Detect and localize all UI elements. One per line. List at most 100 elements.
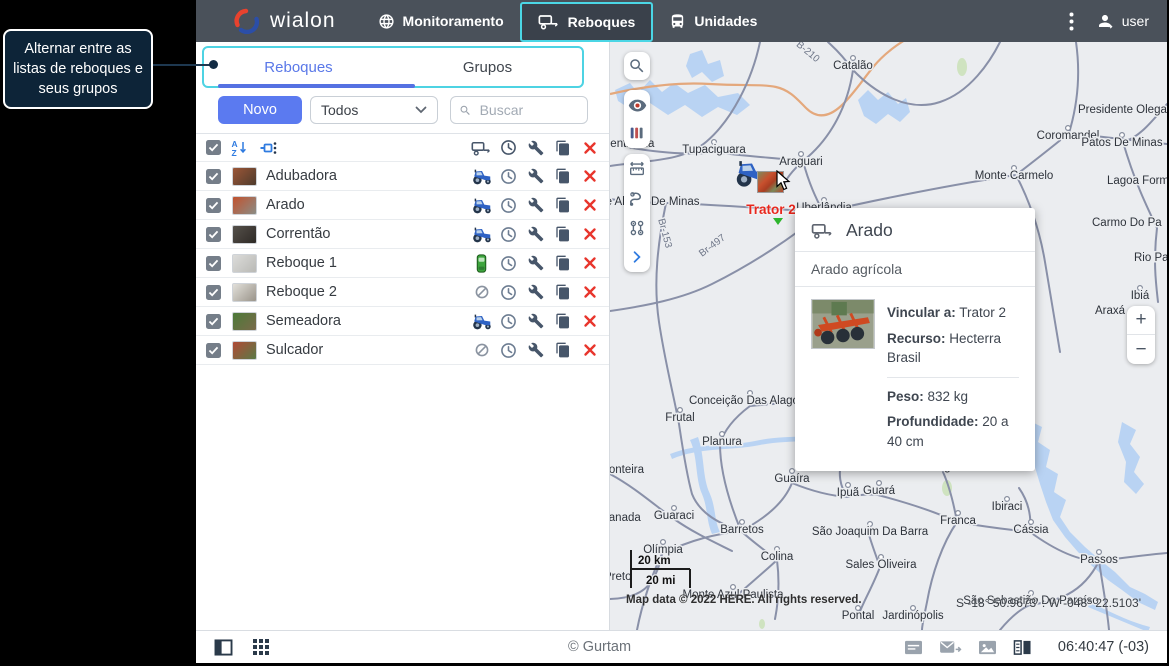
trailer-name: Sulcador <box>266 342 324 358</box>
delete-column-icon[interactable] <box>576 141 603 155</box>
delete-icon[interactable] <box>576 285 603 299</box>
clock-icon[interactable] <box>495 197 522 214</box>
svg-text:Lagoa Formos: Lagoa Formos <box>1107 175 1167 187</box>
copyright: © Gurtam <box>568 639 632 655</box>
svg-text:Rio Par: Rio Par <box>1134 252 1167 264</box>
row-checkbox[interactable] <box>206 342 221 358</box>
sort-az-icon[interactable]: AZ <box>231 139 249 157</box>
filter-value: Todos <box>321 102 359 118</box>
delete-icon[interactable] <box>576 343 603 357</box>
nearest-units-button[interactable] <box>624 214 650 242</box>
list-item[interactable]: Correntão <box>196 220 609 249</box>
wrench-icon[interactable] <box>522 168 549 184</box>
user-menu[interactable]: user <box>1096 12 1149 30</box>
svg-text:Pontal: Pontal <box>842 610 875 622</box>
wrench-icon[interactable] <box>522 255 549 271</box>
route-icon <box>629 192 641 207</box>
delete-icon[interactable] <box>576 169 603 183</box>
tab-monitoramento[interactable]: Monitoramento <box>362 0 520 42</box>
copy-icon[interactable] <box>549 168 576 184</box>
apply-to-units-icon[interactable] <box>259 139 277 157</box>
layers-button[interactable] <box>624 119 650 147</box>
clock-icon[interactable] <box>495 226 522 243</box>
trailer-thumbnail <box>232 311 257 331</box>
tab-reboques[interactable]: Reboques <box>519 1 654 42</box>
trailer-name: Correntão <box>266 226 331 242</box>
wrench-icon[interactable] <box>522 226 549 242</box>
copy-icon[interactable] <box>549 342 576 358</box>
clock-icon[interactable] <box>495 168 522 185</box>
tab-panel-reboques[interactable]: Reboques <box>204 48 393 86</box>
vehicle-icon <box>468 253 495 273</box>
bind-column-icon[interactable] <box>468 140 495 156</box>
expand-tools-button[interactable] <box>624 243 650 271</box>
svg-text:Presidente Olega: Presidente Olega <box>1078 104 1167 116</box>
apps-grid-icon[interactable] <box>253 638 270 656</box>
svg-text:Monte Carmelo: Monte Carmelo <box>975 170 1054 182</box>
wrench-icon[interactable] <box>522 313 549 329</box>
zoom-out-button[interactable]: − <box>1127 335 1155 364</box>
tooltip-connector <box>153 64 213 66</box>
list-item[interactable]: Reboque 1 <box>196 249 609 278</box>
row-checkbox[interactable] <box>206 284 221 300</box>
wrench-icon[interactable] <box>522 284 549 300</box>
delete-icon[interactable] <box>576 198 603 212</box>
clock-icon[interactable] <box>495 284 522 301</box>
visibility-eye-button[interactable] <box>624 91 650 119</box>
list-item[interactable]: Semeadora <box>196 307 609 336</box>
search-box <box>450 96 588 124</box>
new-button[interactable]: Novo <box>218 96 302 124</box>
search-input[interactable] <box>477 101 579 119</box>
user-label: user <box>1121 13 1149 29</box>
trailer-photo <box>811 299 875 349</box>
copy-column-icon[interactable] <box>549 140 576 156</box>
ruler-button[interactable] <box>624 155 650 183</box>
row-checkbox[interactable] <box>206 197 221 213</box>
unit-heading-arrow <box>773 218 783 225</box>
delete-icon[interactable] <box>576 314 603 328</box>
list-item[interactable]: Adubadora <box>196 162 609 191</box>
delete-icon[interactable] <box>576 227 603 241</box>
map-area[interactable]: Br-153 Br-497 B-210 Catalão Coromandel Presid… <box>610 42 1167 630</box>
filter-dropdown[interactable]: Todos <box>310 96 438 124</box>
tab-panel-grupos[interactable]: Grupos <box>393 48 582 86</box>
list-item[interactable]: Arado <box>196 191 609 220</box>
notices-icon[interactable] <box>904 639 923 656</box>
row-checkbox[interactable] <box>206 226 221 242</box>
trailer-name: Arado <box>266 197 305 213</box>
panel-split-icon[interactable] <box>1013 639 1032 656</box>
copy-icon[interactable] <box>549 255 576 271</box>
globe-icon <box>378 13 395 30</box>
wrench-icon[interactable] <box>522 342 549 358</box>
map-search-button[interactable] <box>624 52 650 80</box>
list-item[interactable]: Sulcador <box>196 336 609 365</box>
clock-icon[interactable] <box>495 313 522 330</box>
tab-monitoramento-label: Monitoramento <box>402 13 504 29</box>
clock-icon[interactable] <box>495 342 522 359</box>
tab-unidades[interactable]: Unidades <box>653 0 773 42</box>
clock-column-icon[interactable] <box>495 139 522 156</box>
wrench-icon[interactable] <box>522 197 549 213</box>
copy-icon[interactable] <box>549 284 576 300</box>
copy-icon[interactable] <box>549 197 576 213</box>
svg-text:Ibiá: Ibiá <box>1131 290 1150 302</box>
trailer-thumbnail <box>232 166 257 186</box>
zoom-in-button[interactable]: + <box>1127 306 1155 335</box>
copy-icon[interactable] <box>549 313 576 329</box>
kebab-menu-icon[interactable] <box>1069 12 1074 31</box>
row-checkbox[interactable] <box>206 168 221 184</box>
row-checkbox[interactable] <box>206 313 221 329</box>
ruler-icon <box>630 161 644 175</box>
row-checkbox[interactable] <box>206 255 221 271</box>
image-icon[interactable] <box>978 639 997 656</box>
person-icon <box>1096 12 1114 30</box>
list-item[interactable]: Reboque 2 <box>196 278 609 307</box>
toggle-left-panel-icon[interactable] <box>214 638 233 656</box>
select-all-checkbox[interactable] <box>206 140 221 155</box>
wrench-column-icon[interactable] <box>522 140 549 156</box>
mail-send-icon[interactable] <box>939 639 962 656</box>
delete-icon[interactable] <box>576 256 603 270</box>
clock-icon[interactable] <box>495 255 522 272</box>
copy-icon[interactable] <box>549 226 576 242</box>
route-button[interactable] <box>624 184 650 212</box>
